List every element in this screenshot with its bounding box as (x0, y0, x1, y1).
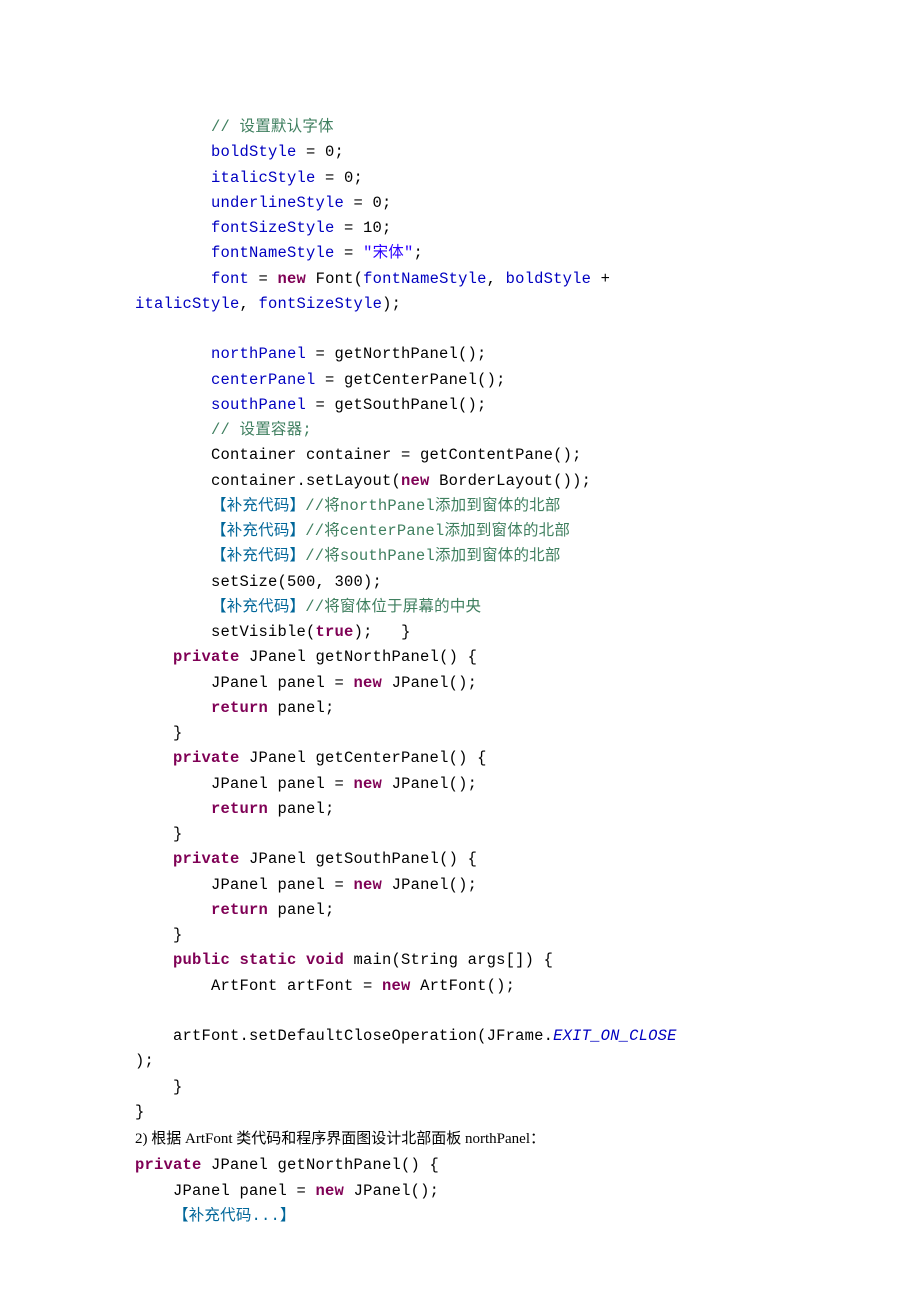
code-line: // 设置默认字体 (135, 118, 334, 136)
code-line: setSize(500, 300); (135, 573, 382, 591)
code-line: // 设置容器; (135, 421, 312, 439)
code-line: } (135, 825, 183, 843)
code-line: return panel; (135, 800, 335, 818)
code-line: southPanel = getSouthPanel(); (135, 396, 487, 414)
code-line: private JPanel getNorthPanel() { (135, 648, 477, 666)
code-line: 【补充代码...】 (135, 1207, 296, 1225)
blank-line (135, 320, 145, 338)
code-line: italicStyle, fontSizeStyle); (135, 295, 401, 313)
code-block-2: private JPanel getNorthPanel() { JPanel … (135, 1153, 785, 1229)
code-line: 【补充代码】//将centerPanel添加到窗体的北部 (135, 522, 570, 540)
code-line: JPanel panel = new JPanel(); (135, 876, 477, 894)
code-line: return panel; (135, 901, 335, 919)
question-2-text: 2) 根据 ArtFont 类代码和程序界面图设计北部面板 northPanel… (135, 1127, 785, 1151)
code-line: } (135, 1103, 145, 1121)
code-line: container.setLayout(new BorderLayout()); (135, 472, 591, 490)
code-line: ); (135, 1052, 154, 1070)
code-line: } (135, 926, 183, 944)
code-block-1: // 设置默认字体 boldStyle = 0; italicStyle = 0… (135, 115, 785, 1125)
code-line: Container container = getContentPane(); (135, 446, 582, 464)
code-line: private JPanel getSouthPanel() { (135, 850, 477, 868)
code-line: fontNameStyle = "宋体"; (135, 244, 423, 262)
code-line: 【补充代码】//将窗体位于屏幕的中央 (135, 598, 481, 616)
code-line: 【补充代码】//将southPanel添加到窗体的北部 (135, 547, 561, 565)
code-line: private JPanel getNorthPanel() { (135, 1156, 439, 1174)
code-line: artFont.setDefaultCloseOperation(JFrame.… (135, 1027, 677, 1045)
code-line: underlineStyle = 0; (135, 194, 392, 212)
code-line: JPanel panel = new JPanel(); (135, 674, 477, 692)
code-line: return panel; (135, 699, 335, 717)
code-line: boldStyle = 0; (135, 143, 344, 161)
code-line: public static void main(String args[]) { (135, 951, 553, 969)
code-line: JPanel panel = new JPanel(); (135, 1182, 439, 1200)
code-line: ArtFont artFont = new ArtFont(); (135, 977, 515, 995)
code-line: font = new Font(fontNameStyle, boldStyle… (135, 270, 620, 288)
code-line: fontSizeStyle = 10; (135, 219, 392, 237)
code-line: } (135, 724, 183, 742)
blank-line (135, 1002, 145, 1020)
code-line: } (135, 1078, 183, 1096)
code-line: 【补充代码】//将northPanel添加到窗体的北部 (135, 497, 561, 515)
code-line: JPanel panel = new JPanel(); (135, 775, 477, 793)
code-line: northPanel = getNorthPanel(); (135, 345, 487, 363)
code-line: italicStyle = 0; (135, 169, 363, 187)
code-line: setVisible(true); } (135, 623, 411, 641)
code-line: centerPanel = getCenterPanel(); (135, 371, 506, 389)
document-page: // 设置默认字体 boldStyle = 0; italicStyle = 0… (0, 0, 920, 1302)
code-line: private JPanel getCenterPanel() { (135, 749, 487, 767)
